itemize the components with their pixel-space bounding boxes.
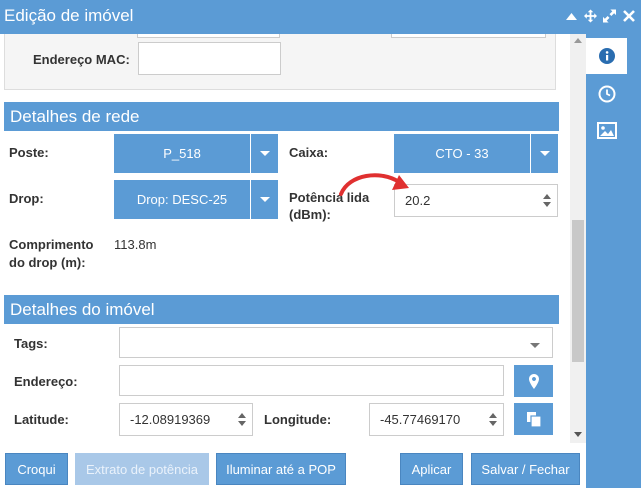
maximize-icon[interactable] bbox=[603, 9, 616, 22]
longitude-value: -45.77469170 bbox=[380, 412, 461, 427]
tags-select[interactable] bbox=[119, 327, 553, 358]
window-controls bbox=[565, 9, 635, 22]
image-icon bbox=[596, 121, 617, 139]
property-section-header[interactable]: Detalhes do imóvel bbox=[4, 295, 559, 324]
copy-icon bbox=[526, 411, 541, 427]
longitude-input[interactable]: -45.77469170 bbox=[369, 403, 504, 436]
longitude-label: Longitude: bbox=[264, 412, 332, 427]
latitude-input[interactable]: -12.08919369 bbox=[119, 403, 253, 436]
copy-coordinates-button[interactable] bbox=[514, 403, 553, 435]
croqui-button[interactable]: Croqui bbox=[5, 453, 68, 485]
salvar-fechar-button[interactable]: Salvar / Fechar bbox=[471, 453, 580, 485]
mac-input[interactable] bbox=[138, 42, 281, 75]
map-marker-button[interactable] bbox=[514, 365, 553, 397]
tab-info[interactable] bbox=[586, 38, 627, 74]
comprimento-value: 113.8m bbox=[114, 237, 157, 252]
poste-value: P_518 bbox=[163, 146, 201, 161]
tab-images[interactable] bbox=[586, 112, 627, 148]
caixa-value: CTO - 33 bbox=[435, 146, 489, 161]
number-spinner[interactable] bbox=[489, 404, 497, 435]
drop-select[interactable]: Drop: DESC-25 bbox=[114, 180, 278, 219]
poste-label: Poste: bbox=[9, 145, 49, 160]
comprimento-label-line2: do drop (m): bbox=[9, 255, 86, 270]
annotation-arrow-icon bbox=[339, 173, 409, 196]
title-bar: Edição de imóvel bbox=[0, 0, 641, 34]
info-icon bbox=[598, 48, 615, 64]
tab-history[interactable] bbox=[586, 76, 627, 112]
mac-label: Endereço MAC: bbox=[33, 52, 130, 67]
endereco-label: Endereço: bbox=[14, 374, 78, 389]
scroll-thumb[interactable] bbox=[572, 220, 584, 362]
chevron-down-icon[interactable] bbox=[530, 343, 540, 348]
form-content[interactable]: Endereço MAC: Detalhes de rede Poste: P_… bbox=[0, 34, 570, 443]
caixa-select[interactable]: CTO - 33 bbox=[394, 134, 558, 173]
top-field-left-partial[interactable] bbox=[137, 34, 280, 38]
clock-icon bbox=[598, 85, 615, 103]
footer-bar: Croqui Extrato de potência Iluminar até … bbox=[0, 443, 586, 488]
top-field-right-partial[interactable] bbox=[391, 34, 546, 38]
tags-label: Tags: bbox=[14, 336, 48, 351]
caixa-label: Caixa: bbox=[289, 145, 329, 160]
window-title: Edição de imóvel bbox=[4, 6, 134, 25]
drop-label: Drop: bbox=[9, 191, 44, 206]
scroll-down-icon[interactable] bbox=[574, 432, 582, 437]
number-spinner[interactable] bbox=[238, 404, 246, 435]
network-section-header[interactable]: Detalhes de rede bbox=[4, 102, 559, 131]
iluminar-pop-button[interactable]: Iluminar até a POP bbox=[216, 453, 346, 485]
aplicar-button[interactable]: Aplicar bbox=[400, 453, 463, 485]
map-marker-icon bbox=[528, 373, 539, 389]
number-spinner[interactable] bbox=[543, 185, 551, 216]
chevron-down-icon[interactable] bbox=[530, 134, 558, 173]
vertical-scrollbar[interactable] bbox=[570, 34, 586, 443]
drop-value: Drop: DESC-25 bbox=[136, 192, 228, 207]
latitude-label: Latitude: bbox=[14, 412, 69, 427]
mac-group: Endereço MAC: bbox=[4, 34, 556, 90]
close-icon[interactable] bbox=[622, 9, 635, 22]
extrato-potencia-button[interactable]: Extrato de potência bbox=[75, 453, 209, 485]
collapse-icon[interactable] bbox=[565, 9, 578, 22]
potencia-input[interactable]: 20.2 bbox=[394, 184, 558, 217]
comprimento-label-line1: Comprimento bbox=[9, 237, 94, 252]
poste-select[interactable]: P_518 bbox=[114, 134, 278, 173]
side-tabs bbox=[586, 34, 641, 488]
endereco-input[interactable] bbox=[119, 365, 504, 396]
chevron-down-icon[interactable] bbox=[250, 180, 278, 219]
potencia-label-line2: (dBm): bbox=[289, 207, 331, 222]
latitude-value: -12.08919369 bbox=[130, 412, 211, 427]
scroll-up-icon[interactable] bbox=[574, 38, 582, 43]
move-icon[interactable] bbox=[584, 9, 597, 22]
chevron-down-icon[interactable] bbox=[250, 134, 278, 173]
